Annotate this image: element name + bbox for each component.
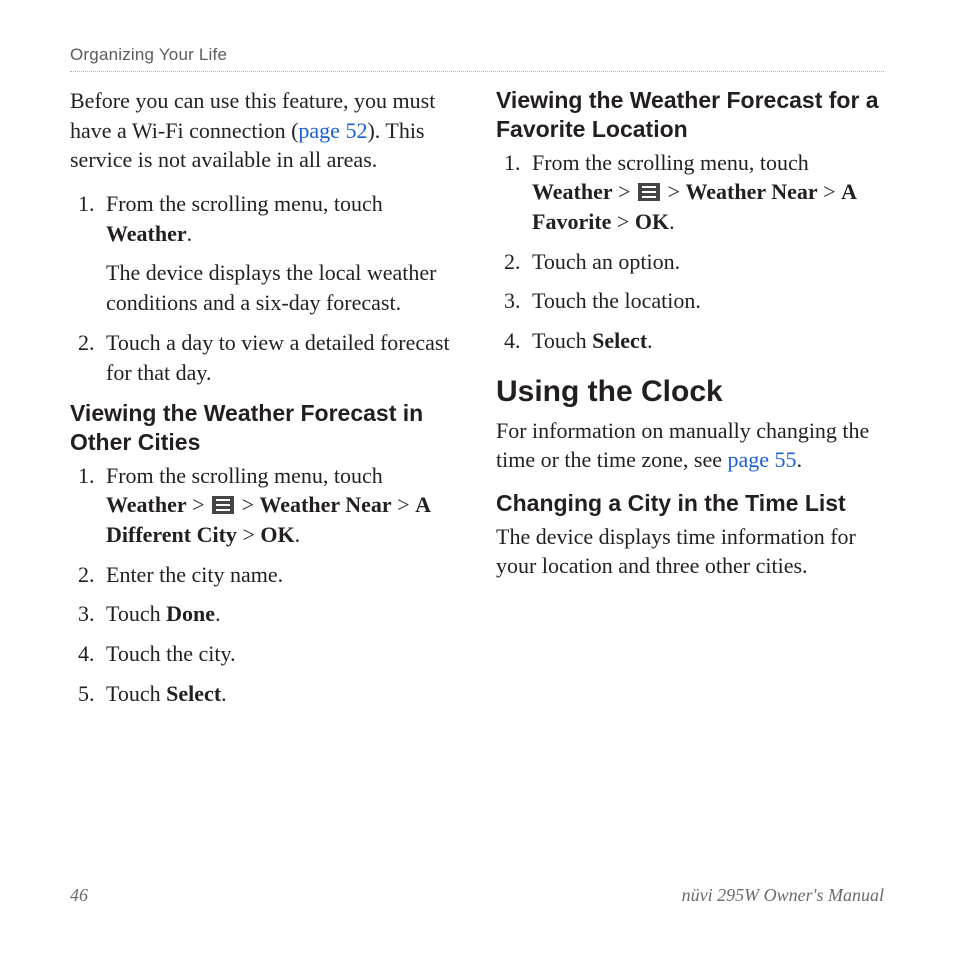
step-text: . [215, 601, 221, 626]
list-item: Touch the location. [526, 286, 884, 316]
step-text: Touch [532, 328, 592, 353]
sep: > [611, 209, 634, 234]
bold-weather: Weather [532, 179, 613, 204]
other-cities-steps: From the scrolling menu, touch Weather >… [70, 461, 458, 709]
step-text: Touch [106, 601, 166, 626]
menu-icon [212, 496, 234, 514]
list-item: Touch a day to view a detailed forecast … [100, 328, 458, 387]
step-text: From the scrolling menu, touch [106, 191, 383, 216]
time-list-body: The device displays time information for… [496, 522, 884, 581]
page-footer: 46 nüvi 295W Owner's Manual [70, 885, 884, 906]
list-item: Enter the city name. [100, 560, 458, 590]
two-column-layout: Before you can use this feature, you mus… [70, 86, 884, 719]
sep: > [613, 179, 636, 204]
step-text: . [187, 221, 193, 246]
step-subtext: The device displays the local weather co… [106, 258, 458, 317]
page-55-link[interactable]: page 55 [728, 447, 797, 472]
step-text: Touch the city. [106, 641, 236, 666]
sep: > [392, 492, 415, 517]
section-using-the-clock: Using the Clock [496, 374, 884, 410]
step-text: Enter the city name. [106, 562, 283, 587]
right-column: Viewing the Weather Forecast for a Favor… [496, 86, 884, 719]
step-text: Touch a day to view a detailed forecast … [106, 330, 450, 385]
bold-weather: Weather [106, 221, 187, 246]
list-item: Touch Select. [100, 679, 458, 709]
bold-weather-near: Weather Near [260, 492, 392, 517]
subsection-other-cities: Viewing the Weather Forecast in Other Ci… [70, 399, 458, 457]
bold-ok: OK [260, 522, 294, 547]
step-text: . [221, 681, 227, 706]
favorite-location-steps: From the scrolling menu, touch Weather >… [496, 148, 884, 356]
page-52-link[interactable]: page 52 [298, 118, 367, 143]
subsection-favorite-location: Viewing the Weather Forecast for a Favor… [496, 86, 884, 144]
step-text: . [295, 522, 301, 547]
manual-title: nüvi 295W Owner's Manual [682, 885, 884, 906]
bold-ok: OK [635, 209, 669, 234]
step-text: Touch the location. [532, 288, 701, 313]
list-item: Touch an option. [526, 247, 884, 277]
sep: > [236, 492, 259, 517]
intro-paragraph: Before you can use this feature, you mus… [70, 86, 458, 175]
bold-select: Select [166, 681, 221, 706]
bold-select: Select [592, 328, 647, 353]
left-column: Before you can use this feature, you mus… [70, 86, 458, 719]
bold-weather-near: Weather Near [686, 179, 818, 204]
list-item: From the scrolling menu, touch Weather >… [526, 148, 884, 237]
step-text: From the scrolling menu, touch [532, 150, 809, 175]
step-text: Touch [106, 681, 166, 706]
list-item: From the scrolling menu, touch Weather. … [100, 189, 458, 318]
sep: > [237, 522, 260, 547]
list-item: Touch the city. [100, 639, 458, 669]
list-item: Touch Select. [526, 326, 884, 356]
list-item: From the scrolling menu, touch Weather >… [100, 461, 458, 550]
running-head: Organizing Your Life [70, 45, 884, 72]
step-text: . [669, 209, 675, 234]
sep: > [187, 492, 210, 517]
step-text: . [647, 328, 653, 353]
subsection-time-list: Changing a City in the Time List [496, 489, 884, 518]
weather-basic-steps: From the scrolling menu, touch Weather. … [70, 189, 458, 387]
list-item: Touch Done. [100, 599, 458, 629]
sep: > [662, 179, 685, 204]
step-text: Touch an option. [532, 249, 680, 274]
menu-icon [638, 183, 660, 201]
bold-weather: Weather [106, 492, 187, 517]
step-text: From the scrolling menu, touch [106, 463, 383, 488]
bold-done: Done [166, 601, 215, 626]
clock-intro: For information on manually changing the… [496, 416, 884, 475]
sep: > [818, 179, 841, 204]
page-number: 46 [70, 885, 88, 906]
clock-intro-pre: For information on manually changing the… [496, 418, 869, 473]
clock-intro-post: . [797, 447, 803, 472]
